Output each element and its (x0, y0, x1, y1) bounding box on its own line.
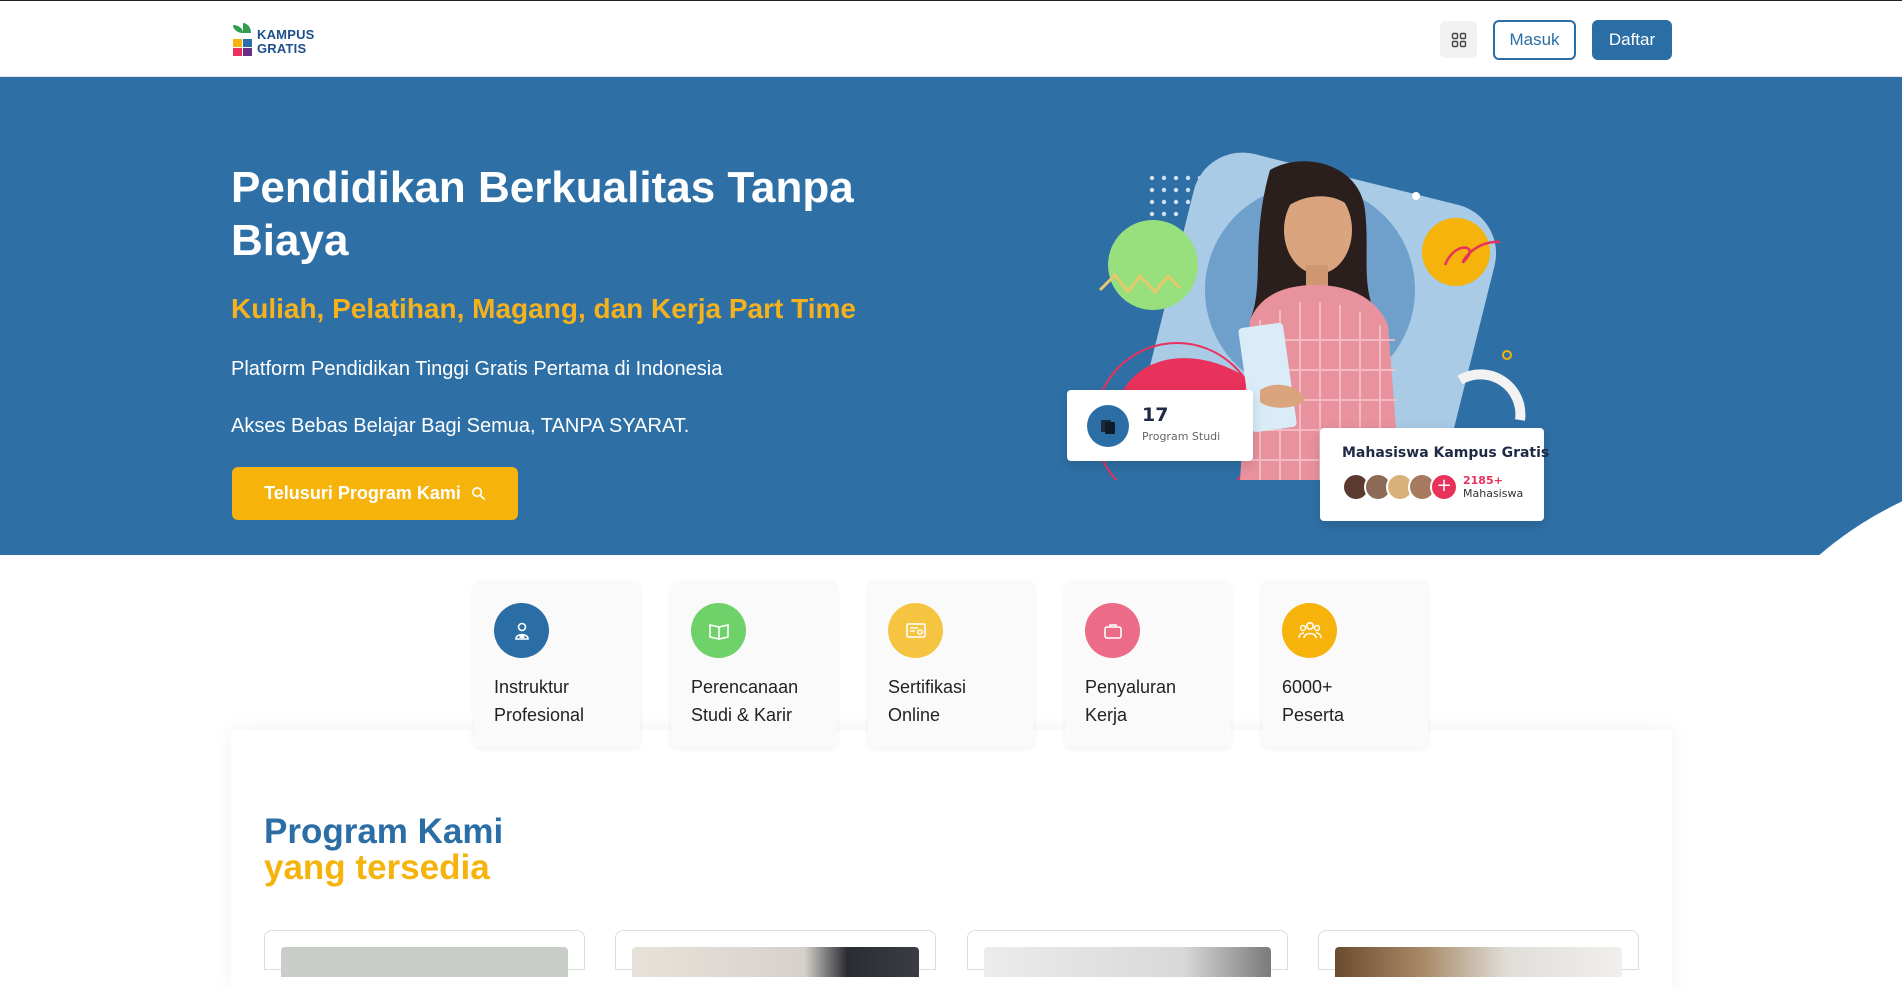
open-book-icon (691, 603, 746, 658)
briefcase-icon (1085, 603, 1140, 658)
green-circle (1108, 220, 1198, 310)
feature-label-line1: Sertifikasi (888, 677, 967, 697)
feature-card-certification: Sertifikasi Online (868, 581, 1034, 747)
feature-label-line2: Peserta (1282, 705, 1345, 725)
program-card[interactable] (615, 930, 936, 977)
small-ring (1502, 350, 1512, 360)
book-icon (1101, 420, 1115, 434)
hero-subtitle: Kuliah, Pelatihan, Magang, dan Kerja Par… (231, 293, 856, 324)
logo-text-line2: GRATIS (257, 41, 307, 56)
logo-mark-icon (233, 23, 252, 56)
program-count-label: Program Studi (1142, 430, 1221, 443)
feature-label-line1: Instruktur (494, 677, 570, 697)
kampus-gratis-logo[interactable]: KAMPUS GRATIS (231, 21, 321, 59)
logo-text: KAMPUS GRATIS (257, 28, 315, 56)
feature-label-line2: Online (888, 705, 941, 725)
students-count: 2185+ (1463, 474, 1503, 487)
program-card-image (281, 947, 568, 977)
program-card[interactable] (967, 930, 1288, 977)
hero-section: Pendidikan Berkualitas Tanpa Biaya Kulia… (0, 77, 1902, 555)
students-card-title: Mahasiswa Kampus Gratis (1342, 445, 1550, 461)
yellow-circle (1422, 218, 1490, 286)
grid-icon (1451, 32, 1466, 47)
logo-text-line1: KAMPUS (257, 27, 315, 42)
feature-label-line2: Studi & Karir (691, 705, 793, 725)
navbar: KAMPUS GRATIS Masuk Daftar (0, 1, 1902, 77)
feature-card-instructor: Instruktur Profesional (474, 581, 640, 747)
hero-tagline: Platform Pendidikan Tinggi Gratis Pertam… (231, 358, 723, 380)
feature-label-line1: 6000+ (1282, 677, 1333, 697)
program-card-image (1335, 947, 1622, 977)
feature-card-job-placement: Penyaluran Kerja (1065, 581, 1231, 747)
certificate-icon (888, 603, 943, 658)
program-card-image (632, 947, 919, 977)
students-count-label: Mahasiswa (1463, 487, 1524, 500)
login-button[interactable]: Masuk (1493, 20, 1576, 60)
feature-card-participants: 6000+ Peserta (1262, 581, 1428, 747)
white-arc (1457, 369, 1526, 421)
programs-title: Program Kami (264, 812, 504, 851)
white-dot (1412, 192, 1420, 200)
student-avatars: + (1342, 473, 1458, 503)
users-icon (1282, 603, 1337, 658)
students-card: Mahasiswa Kampus Gratis + 2185+ Mahasisw… (1320, 428, 1549, 521)
feature-label-line2: Kerja (1085, 705, 1128, 725)
hero-title: Pendidikan Berkualitas Tanpa Biaya (231, 163, 854, 265)
search-icon (471, 487, 485, 500)
program-count-value: 17 (1142, 404, 1169, 426)
program-card[interactable] (264, 930, 585, 977)
program-card-image (984, 947, 1271, 977)
feature-label-line2: Profesional (494, 705, 585, 725)
explore-programs-button[interactable]: Telusuri Program Kami (232, 467, 518, 520)
register-button[interactable]: Daftar (1592, 20, 1672, 60)
apps-menu-button[interactable] (1440, 21, 1477, 58)
hero-bottom-curve (1703, 400, 1902, 555)
plus-icon: + (1430, 473, 1458, 501)
feature-label-line1: Penyaluran (1085, 677, 1177, 697)
program-card[interactable] (1318, 930, 1639, 977)
programs-subtitle: yang tersedia (264, 848, 490, 887)
book-icon-badge (1087, 405, 1129, 447)
feature-card-planning: Perencanaan Studi & Karir (671, 581, 837, 747)
program-count-card: 17 Program Studi (1067, 390, 1253, 461)
instructor-icon (494, 603, 549, 658)
explore-programs-label: Telusuri Program Kami (264, 483, 461, 503)
hero-description: Akses Bebas Belajar Bagi Semua, TANPA SY… (231, 415, 690, 437)
feature-label-line1: Perencanaan (691, 677, 799, 697)
